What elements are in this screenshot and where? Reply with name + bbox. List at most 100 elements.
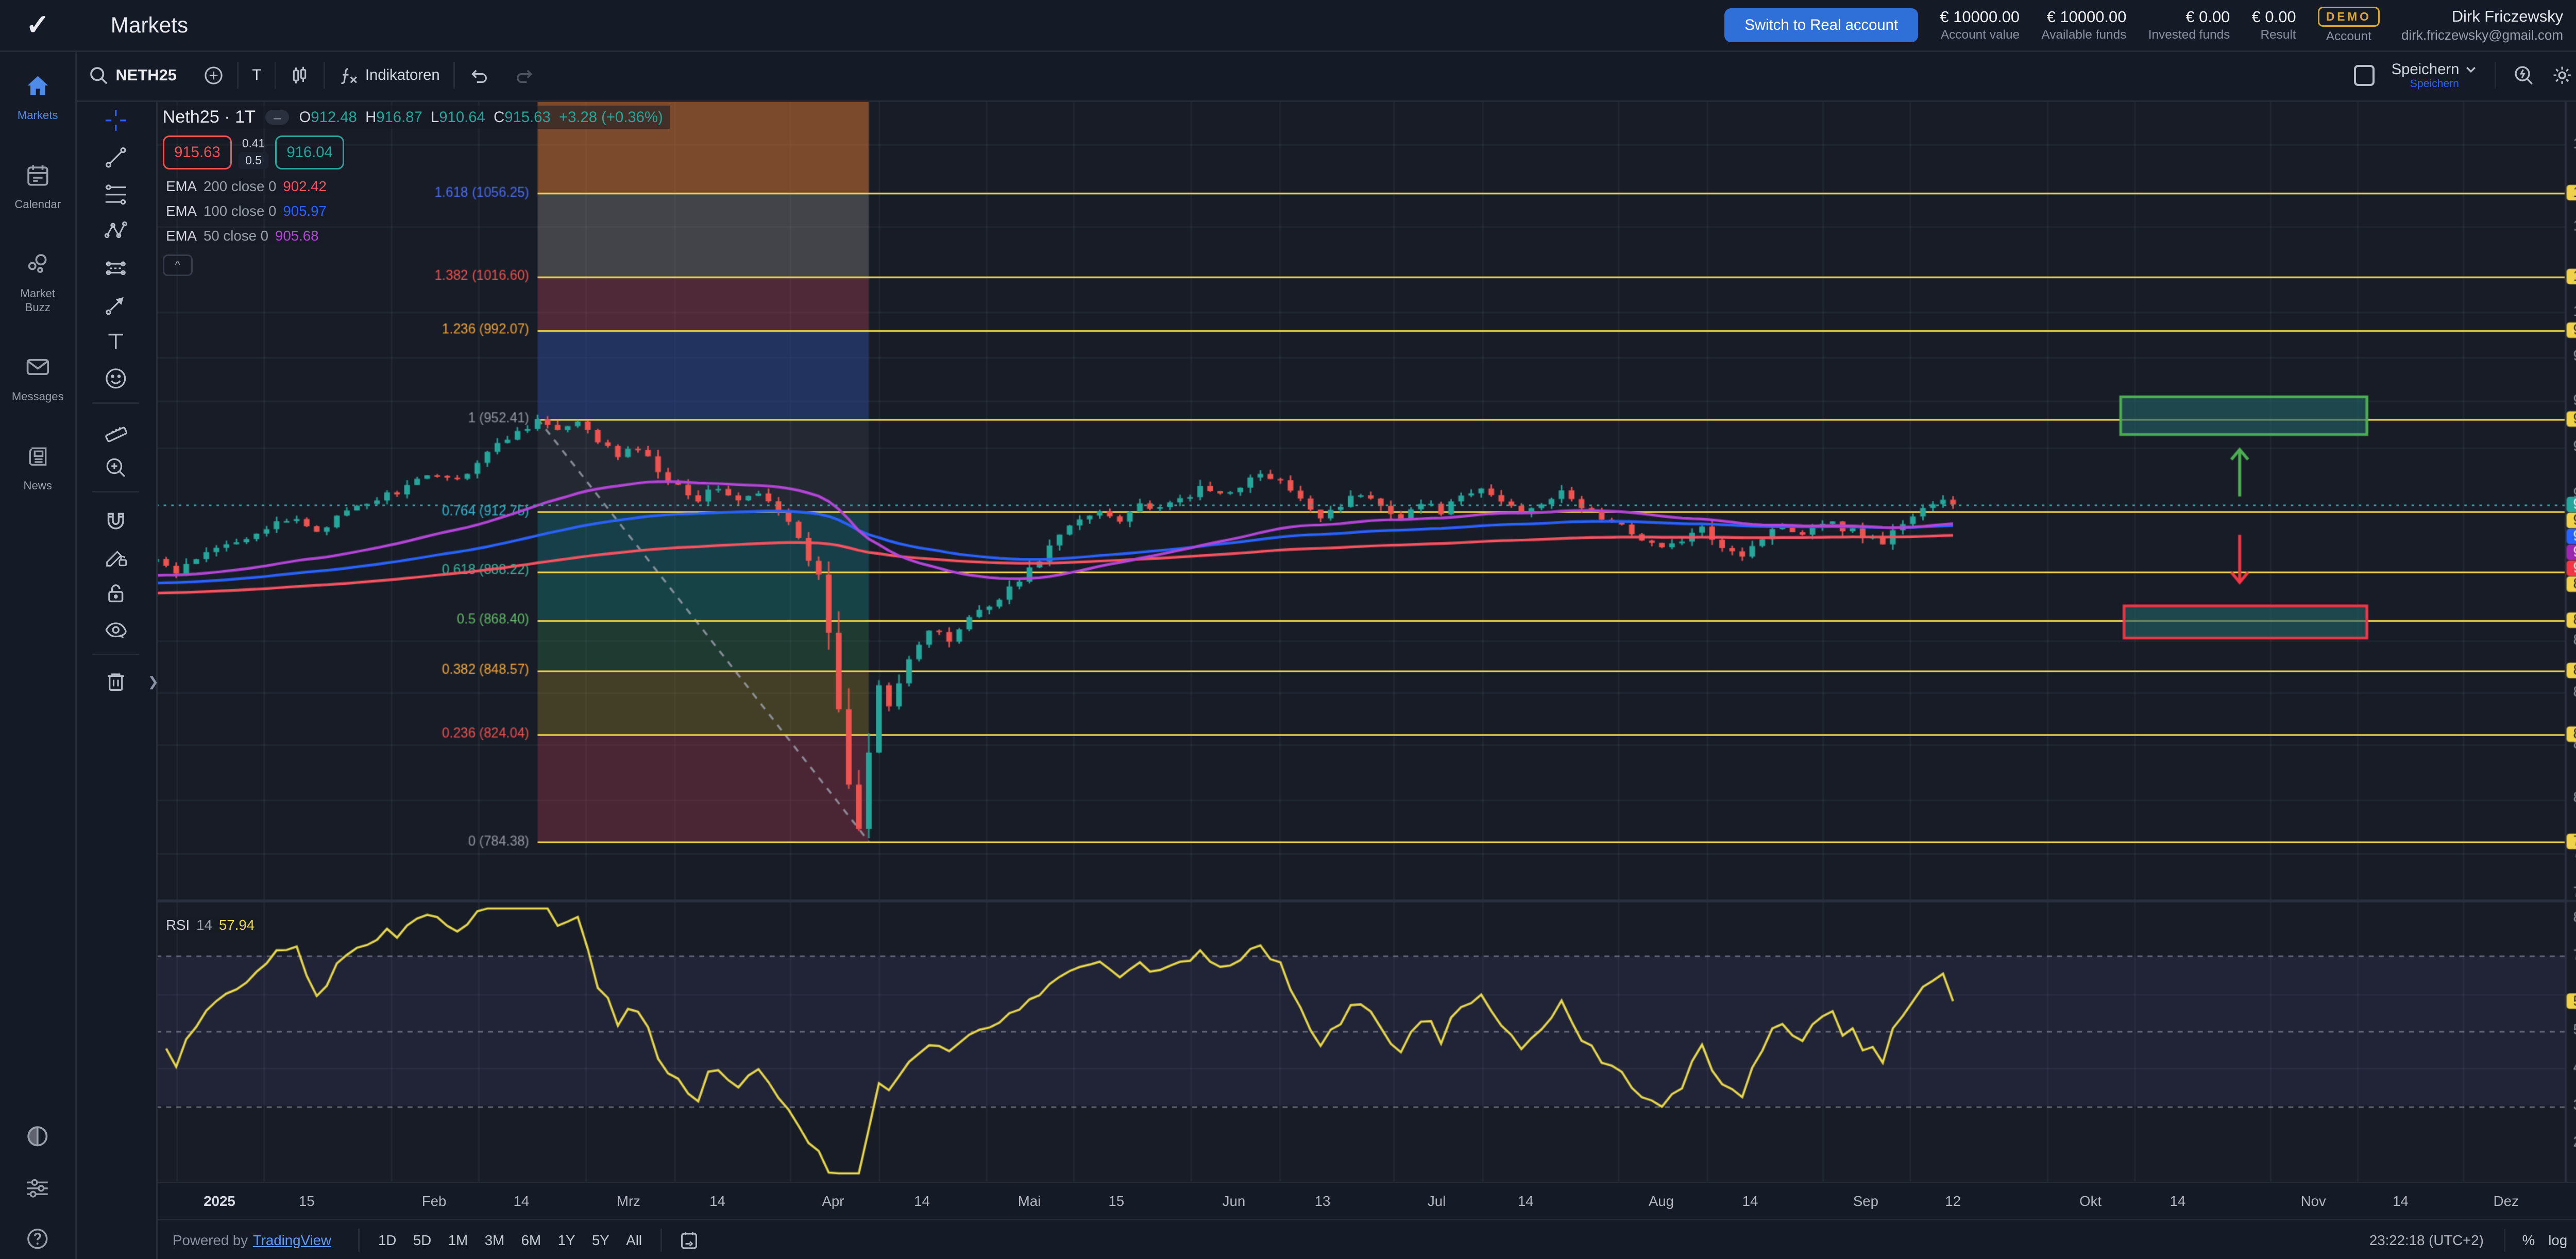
range-button-1m[interactable]: 1M [440,1229,477,1252]
time-tick: Jun [1223,1193,1246,1210]
order-widget: 915.63 0.41 0.5 916.04 [163,135,345,169]
time-tick: 12 [1945,1193,1961,1210]
chevron-down-icon [2464,63,2478,76]
tradingview-link[interactable]: TradingView [253,1232,331,1249]
log-scale-button[interactable]: log [2541,1232,2574,1249]
chart-type-button[interactable] [276,65,323,86]
percent-scale-button[interactable]: % [2516,1232,2542,1249]
switch-to-real-account-button[interactable]: Switch to Real account [1724,8,1918,43]
plus-circle-icon [204,65,224,86]
help-icon[interactable] [0,1227,75,1251]
time-tick: 14 [914,1193,930,1210]
sidebar-item-news[interactable]: News [0,444,75,492]
lock-all-icon[interactable] [92,576,139,610]
text-tool-icon[interactable] [92,325,139,359]
account-stat: € 10000.00Available funds [2041,7,2126,43]
account-stat: € 0.00Invested funds [2148,7,2230,43]
projection-icon[interactable] [92,251,139,285]
calendar-icon [25,163,50,195]
messages-icon [25,354,50,386]
symbol-label: NETH25 [115,66,177,84]
spread-half: 0.5 [239,152,268,169]
ema-legend-row[interactable]: EMA100 close 0905.97 [163,203,330,219]
magnet-icon[interactable] [92,503,139,536]
interval-button[interactable]: T [239,66,275,84]
time-tick: Apr [822,1193,844,1210]
app-logo-icon[interactable]: ✓ [0,8,75,42]
save-layout-button[interactable]: Speichern Speichern [2392,61,2478,90]
time-tick: 14 [2393,1193,2409,1210]
sell-button[interactable]: 915.63 [163,135,232,169]
emoji-icon[interactable] [92,362,139,396]
range-button-all[interactable]: All [618,1229,650,1252]
range-button-5y[interactable]: 5Y [584,1229,618,1252]
time-tick: Sep [1853,1193,1878,1210]
undo-icon [468,65,488,86]
chart-area: Neth25 · 1T – O912.48H916.87L910.64C915.… [156,100,2576,1182]
sidebar-item-messages[interactable]: Messages [0,354,75,403]
ema-legend-row[interactable]: EMA50 close 0905.68 [163,228,322,244]
range-button-1y[interactable]: 1Y [549,1229,583,1252]
pane-collapse-button[interactable]: ^ [163,254,193,276]
symbol-search[interactable]: NETH25 [75,65,190,86]
time-tick: 14 [1518,1193,1534,1210]
time-tick: 15 [1108,1193,1124,1210]
buy-button[interactable]: 916.04 [275,135,345,169]
sidebar-item-calendar[interactable]: Calendar [0,163,75,212]
indicators-button[interactable]: Indikatoren [325,65,453,86]
market-buzz-icon [25,252,50,284]
clock: 23:22:18 (UTC+2) [2369,1232,2484,1249]
trend-line-icon[interactable] [92,141,139,174]
sidebar-item-market-buzz[interactable]: MarketBuzz [0,252,75,314]
theme-toggle-icon[interactable] [0,1125,75,1148]
page-title: Markets [111,13,188,38]
time-tick: 2025 [204,1193,235,1210]
time-tick: 15 [299,1193,315,1210]
powered-by: Powered by TradingView [156,1232,348,1249]
quick-search-icon[interactable] [2513,64,2534,86]
ema-legend-row[interactable]: EMA200 close 0902.42 [163,178,330,195]
range-button-5d[interactable]: 5D [405,1229,440,1252]
legend-hide-icon[interactable]: – [265,110,289,125]
trash-icon[interactable] [92,665,139,699]
redo-icon [515,65,535,86]
user-info: Dirk Friczewsky dirk.friczewsky@gmail.co… [2401,6,2563,44]
time-tick: Mai [1018,1193,1041,1210]
account-stat: € 0.00Result [2252,7,2296,43]
range-button-3m[interactable]: 3M [476,1229,513,1252]
range-button-6m[interactable]: 6M [513,1229,549,1252]
drawing-toolbar [75,100,157,1258]
time-axis[interactable]: 202515Feb14Mrz14Apr14Mai15Jun13Jul14Aug1… [156,1182,2576,1220]
redo-button[interactable] [502,65,549,86]
crosshair-icon[interactable] [92,104,139,138]
chart-toolbar: NETH25 T Indikatoren Speichern [75,50,2576,103]
chart-legend: Neth25 · 1T – O912.48H916.87L910.64C915.… [163,106,670,276]
fib-retracement-icon[interactable] [92,178,139,211]
hide-all-icon[interactable] [92,614,139,647]
time-tick: Dez [2494,1193,2519,1210]
ruler-icon[interactable] [92,414,139,447]
toolbar-collapse-arrow[interactable]: ❯ [147,674,159,690]
arrow-marker-icon[interactable] [92,288,139,322]
top-bar: ✓ Markets Switch to Real account € 10000… [0,0,2576,52]
zoom-in-icon[interactable] [92,451,139,484]
range-button-1d[interactable]: 1D [370,1229,405,1252]
candlestick-icon [290,65,310,86]
layout-checkbox[interactable] [2354,65,2375,86]
user-email: dirk.friczewsky@gmail.com [2401,27,2563,44]
pattern-icon[interactable] [92,214,139,248]
legend-ohlc: O912.48H916.87L910.64C915.63+3.28 (+0.36… [299,109,663,126]
auto-scale-button[interactable]: auto [2574,1232,2576,1249]
goto-date-icon[interactable] [679,1230,699,1250]
legend-symbol[interactable]: Neth25 · 1T [163,107,256,127]
demo-account-badge: DEMO Account [2318,7,2380,44]
markets-icon [25,74,50,106]
sidebar-item-markets[interactable]: Markets [0,74,75,123]
compare-add-button[interactable] [190,65,237,86]
news-icon [25,444,50,475]
time-tick: 13 [1315,1193,1331,1210]
gear-icon[interactable] [2551,64,2573,86]
drawing-lock-icon[interactable] [92,539,139,573]
preferences-sliders-icon[interactable] [0,1177,75,1200]
undo-button[interactable] [455,65,502,86]
